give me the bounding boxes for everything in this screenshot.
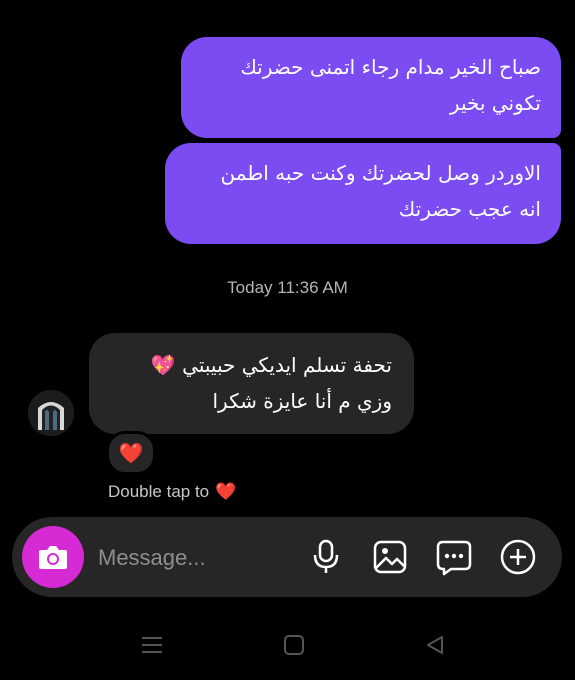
message-text-line: وزي م أنا عايزة شكرا [212,389,392,413]
heart-reaction[interactable]: ❤️ [106,431,156,475]
microphone-button[interactable] [304,535,348,579]
system-navigation-bar [0,622,575,668]
heart-icon: ❤️ [215,482,237,501]
incoming-message-bubble[interactable]: تحفة تسلم ايديكي حبيبتي 💖 وزي م أنا عايز… [89,333,414,434]
clipped-header-fragment: ◦ [258,0,272,5]
sender-avatar[interactable] [28,390,74,436]
message-text-line: تكوني بخير [449,91,541,115]
message-text-line: انه عجب حضرتك [398,197,541,221]
gallery-button[interactable] [368,535,412,579]
menu-icon [142,637,162,653]
camera-button[interactable] [22,526,84,588]
home-button[interactable] [279,630,309,660]
camera-icon [39,546,67,569]
message-timestamp: Today 11:36 AM [227,278,348,297]
sticker-button[interactable] [432,535,476,579]
message-text-line: صباح الخير مدام رجاء اتمنى حضرتك [240,55,541,79]
double-tap-hint[interactable]: Double tap to ❤️ [108,482,236,502]
message-text-line: تحفة تسلم ايديكي حبيبتي 💖 [150,353,392,377]
outgoing-message-bubble[interactable]: صباح الخير مدام رجاء اتمنى حضرتك تكوني ب… [181,37,561,138]
recent-apps-button[interactable] [137,630,167,660]
add-icon [500,539,536,575]
add-button[interactable] [496,535,540,579]
outgoing-message-bubble[interactable]: الاوردر وصل لحضرتك وكنت حبه اطمن انه عجب… [165,143,561,244]
image-icon [373,540,407,574]
message-composer [12,517,562,597]
heart-icon: ❤️ [118,441,144,465]
home-icon [284,635,304,655]
message-text-line: الاوردر وصل لحضرتك وكنت حبه اطمن [220,161,541,185]
microphone-icon [313,539,339,573]
message-input[interactable] [96,537,300,579]
back-button[interactable] [420,630,450,660]
back-icon [427,636,443,654]
sticker-chat-icon [436,540,472,576]
double-tap-label: Double tap to [108,482,210,501]
